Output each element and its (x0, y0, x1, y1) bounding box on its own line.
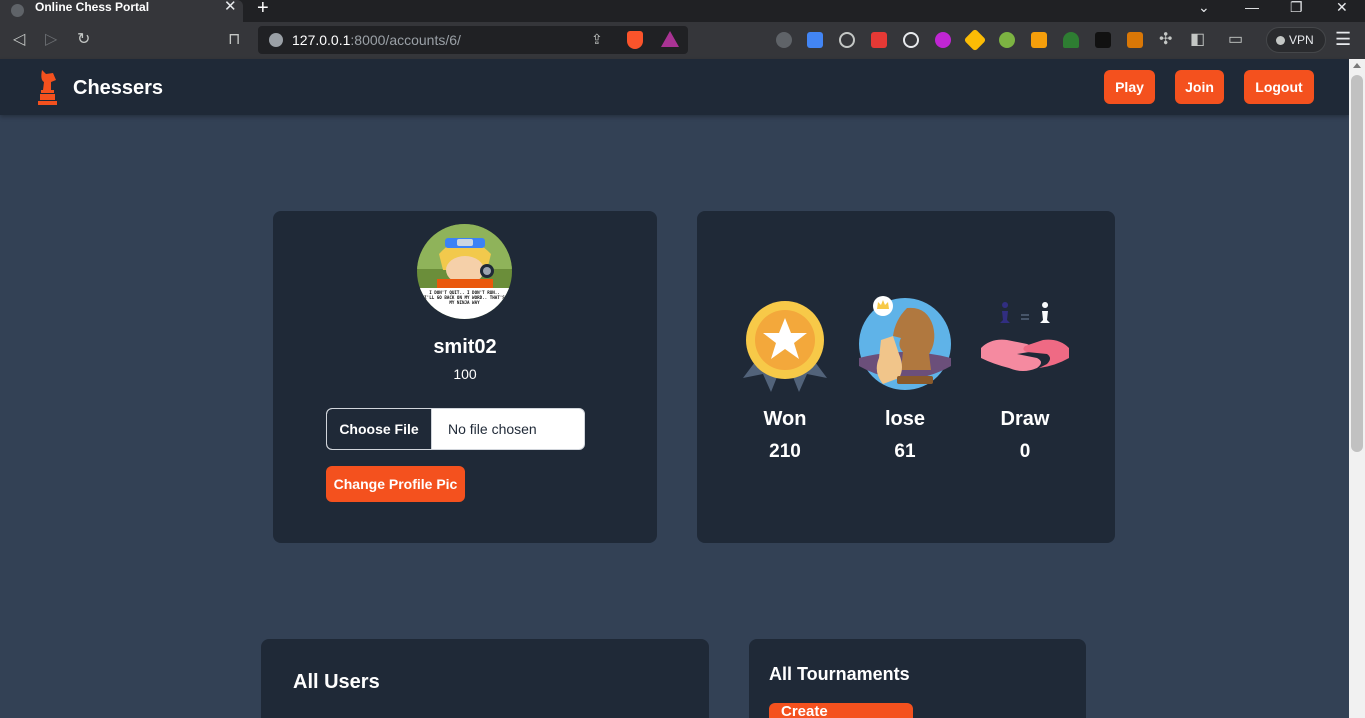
site-info-icon[interactable] (269, 33, 283, 47)
extension-red-icon[interactable] (871, 32, 887, 48)
brand-name[interactable]: Chessers (73, 76, 163, 100)
all-tournaments-card: All Tournaments Create tournament (749, 639, 1086, 718)
vpn-button[interactable]: VPN (1266, 27, 1326, 53)
stat-value-won: 210 (769, 441, 801, 462)
user-rating: 100 (453, 366, 477, 382)
wallet-icon[interactable]: ▭ (1228, 31, 1243, 49)
tab-search-chevron-icon[interactable]: ⌄ (1198, 0, 1210, 14)
translate-icon[interactable] (807, 32, 823, 48)
address-bar[interactable]: 127.0.0.1:8000/accounts/6/ ⇪ (258, 26, 688, 54)
sidebar-icon[interactable]: ◧ (1190, 31, 1205, 49)
alarm-icon[interactable] (839, 32, 855, 48)
chess-knight-logo-icon[interactable] (33, 68, 63, 106)
scroll-up-icon[interactable] (1353, 63, 1361, 68)
handshake-icon (981, 302, 1069, 371)
brave-shields-icon[interactable] (627, 31, 643, 49)
chess-pieces-icon (859, 296, 951, 390)
create-tournament-button[interactable]: Create tournament (769, 703, 913, 718)
logout-button[interactable]: Logout (1244, 70, 1314, 104)
app-navbar: Chessers Play Join Logout (0, 59, 1349, 115)
reload-icon[interactable]: ↻ (77, 31, 90, 49)
minimize-icon[interactable]: — (1245, 0, 1259, 14)
bookmark-icon[interactable]: ⊓ (228, 31, 240, 49)
tab-close-icon[interactable]: ✕ (224, 0, 237, 14)
vpn-status-icon (1276, 36, 1285, 45)
extensions-puzzle-icon[interactable]: ✣ (1159, 31, 1172, 49)
username: smit02 (433, 336, 497, 358)
share-icon[interactable]: ⇪ (591, 31, 603, 48)
play-button[interactable]: Play (1104, 70, 1155, 104)
scrollbar-thumb[interactable] (1351, 75, 1363, 452)
all-users-title: All Users (293, 671, 380, 693)
stat-label-draw: Draw (1000, 408, 1050, 430)
stat-label-won: Won (763, 408, 807, 430)
url-text: 127.0.0.1:8000/accounts/6/ (292, 32, 461, 48)
avatar: I DON'T QUIT.. I DON'T RUN.. I'LL GO BAC… (417, 224, 512, 319)
extension-folder-icon[interactable] (1127, 32, 1143, 48)
stat-value-lose: 61 (894, 441, 916, 462)
choose-file-button[interactable]: Choose File (327, 409, 432, 449)
all-users-card: All Users (261, 639, 709, 718)
extension-tools-icon[interactable] (1031, 32, 1047, 48)
stat-label-lose: lose (884, 408, 926, 430)
profile-card: I DON'T QUIT.. I DON'T RUN.. I'LL GO BAC… (273, 211, 657, 543)
browser-tab[interactable]: Online Chess Portal ✕ (0, 0, 243, 22)
browser-toolbar: ◁ ▷ ↻ ⊓ 127.0.0.1:8000/accounts/6/ ⇪ ✣ ◧… (0, 22, 1365, 59)
stats-card: Won 210 lose 61 Draw 0 (697, 211, 1115, 543)
new-tab-icon[interactable]: + (257, 0, 269, 20)
tab-title: Online Chess Portal (35, 0, 150, 14)
join-button[interactable]: Join (1175, 70, 1224, 104)
file-status-text: No file chosen (448, 421, 537, 437)
extension-plus-icon[interactable] (999, 32, 1015, 48)
extension-icon[interactable] (776, 32, 792, 48)
all-tournaments-title: All Tournaments (769, 664, 910, 684)
restore-icon[interactable]: ❐ (1290, 0, 1303, 14)
extension-diamond-icon[interactable] (963, 28, 987, 52)
browser-menu-icon[interactable]: ☰ (1335, 30, 1351, 48)
medal-icon (743, 301, 827, 392)
extension-purple-icon[interactable] (935, 32, 951, 48)
globe-icon (11, 4, 24, 17)
brave-rewards-icon[interactable] (661, 31, 679, 47)
react-devtools-icon[interactable] (903, 32, 919, 48)
window-close-icon[interactable]: ✕ (1336, 0, 1348, 14)
forward-icon[interactable]: ▷ (45, 31, 57, 49)
avatar-caption: I DON'T QUIT.. I DON'T RUN.. I'LL GO BAC… (424, 290, 505, 305)
change-profile-pic-button[interactable]: Change Profile Pic (326, 466, 465, 502)
back-icon[interactable]: ◁ (13, 31, 25, 49)
stat-value-draw: 0 (1019, 441, 1031, 462)
browser-tab-bar: Online Chess Portal ✕ + ⌄ — ❐ ✕ (0, 0, 1365, 22)
vpn-label: VPN (1289, 33, 1314, 47)
page-scrollbar[interactable] (1349, 59, 1365, 718)
profile-pic-file-input[interactable]: Choose File No file chosen (326, 408, 585, 450)
extension-dark-icon[interactable] (1095, 32, 1111, 48)
extension-tree-icon[interactable] (1063, 32, 1079, 48)
